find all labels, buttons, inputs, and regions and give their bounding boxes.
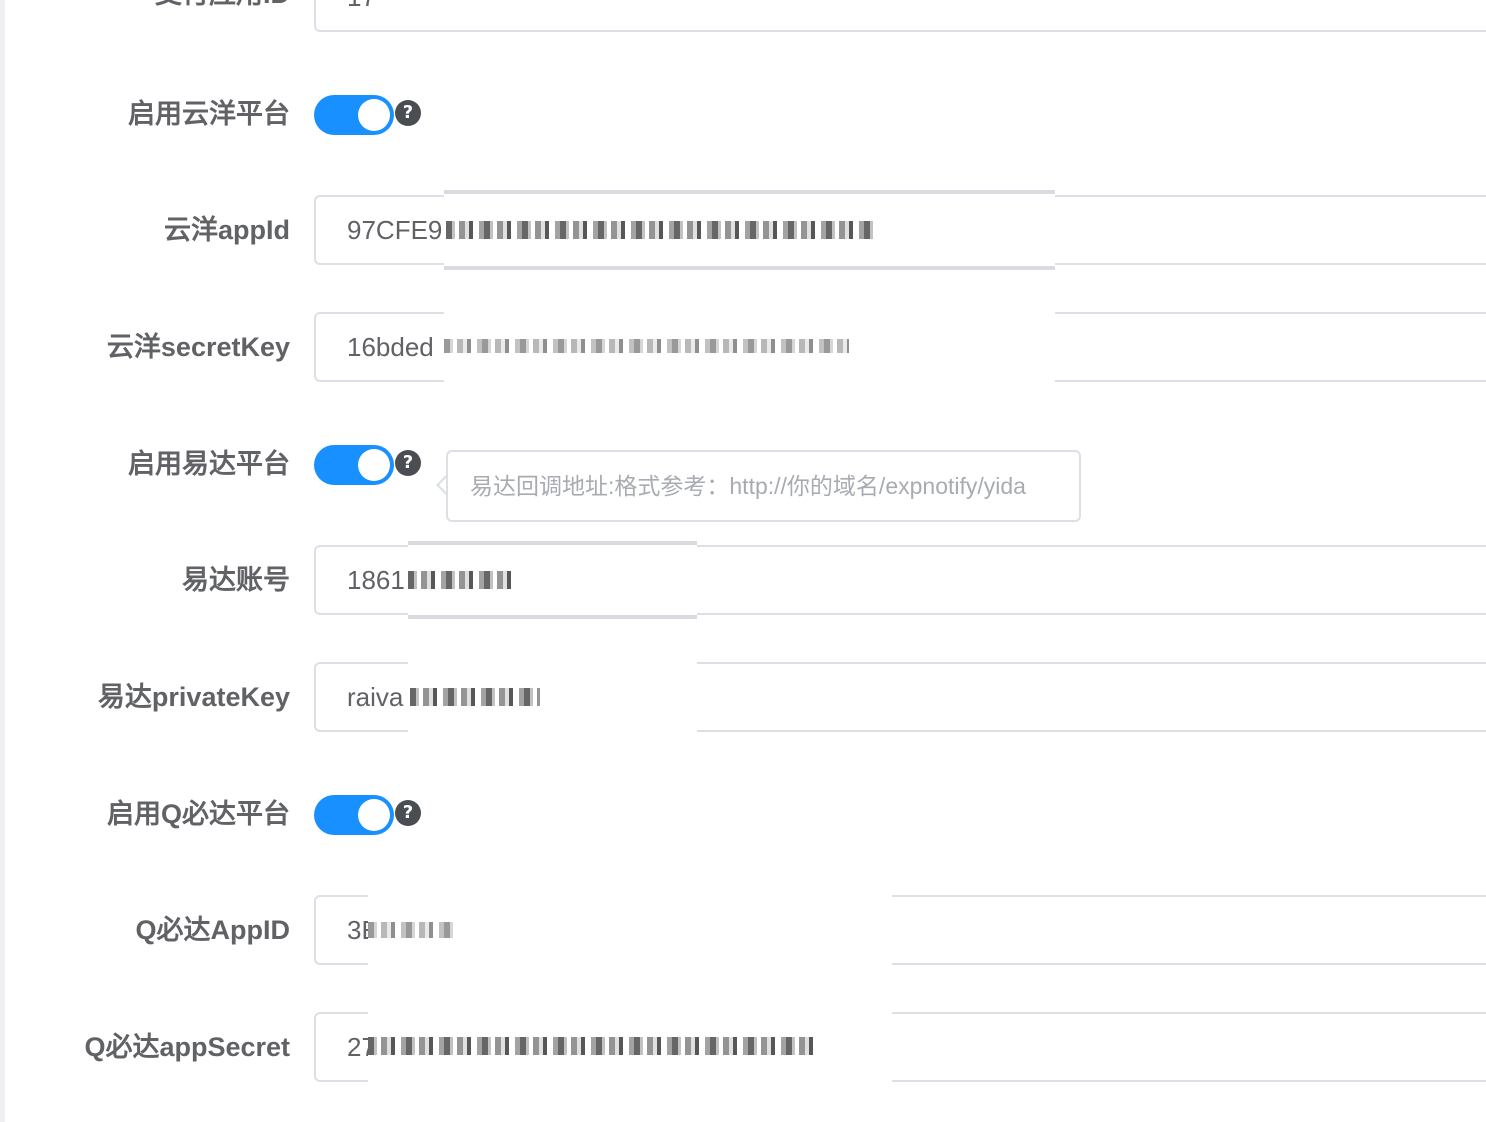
enable-yida-switch[interactable] [314,445,394,485]
app-id-input[interactable]: 17 [314,0,1486,32]
label-qbida-appid: Q必达AppID [135,915,291,945]
redaction-pixels [410,688,540,706]
app-id-value: 17 [347,0,376,12]
redaction-pixels [446,221,876,239]
switch-knob [358,449,390,481]
redaction-pixels [444,339,849,353]
yida-account-value: 1861 [347,565,405,595]
label-enable-yunyang: 启用云洋平台 [128,99,290,129]
settings-form: 支付应用ID 17 启用云洋平台 ? 云洋appId 97CFE9 云洋secr… [0,0,1486,1122]
label-yunyang-secret: 云洋secretKey [106,332,290,362]
left-divider [0,0,5,1122]
question-circle-icon[interactable]: ? [395,800,421,826]
label-yida-account: 易达账号 [182,565,290,595]
switch-knob [358,799,390,831]
redaction-pixels [408,571,511,589]
label-app-id: 支付应用ID [155,0,290,14]
label-qbida-secret: Q必达appSecret [84,1032,290,1062]
label-yunyang-appid: 云洋appId [164,215,290,245]
yunyang-secret-value: 16bded [347,332,434,362]
question-circle-icon[interactable]: ? [395,100,421,126]
label-yida-private: 易达privateKey [97,682,290,712]
redaction-pixels [368,922,454,938]
label-enable-qbida: 启用Q必达平台 [106,799,290,829]
switch-knob [358,99,390,131]
yunyang-appid-value: 97CFE9 [347,215,443,245]
question-circle-icon[interactable]: ? [395,450,421,476]
redaction-pixels [368,1037,816,1055]
enable-yunyang-switch[interactable] [314,95,394,135]
enable-qbida-switch[interactable] [314,795,394,835]
yida-callback-tooltip: 易达回调地址:格式参考：http://你的域名/expnotify/yida [446,450,1081,522]
yida-private-value: raiva [347,682,404,712]
label-enable-yida: 启用易达平台 [128,449,290,479]
